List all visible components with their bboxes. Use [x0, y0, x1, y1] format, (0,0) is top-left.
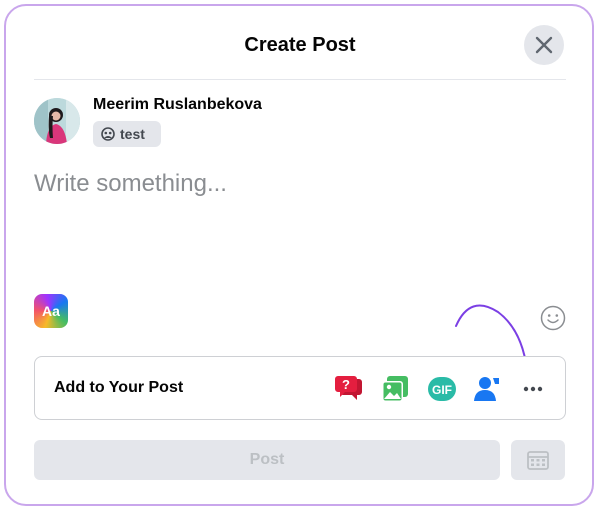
calendar-icon	[527, 451, 549, 470]
post-text-input[interactable]: Write something...	[34, 170, 534, 200]
close-icon	[535, 36, 553, 54]
photo-icon[interactable]	[379, 373, 411, 405]
schedule-button[interactable]	[511, 440, 565, 480]
avatar[interactable]	[34, 98, 80, 144]
audience-label: test	[120, 126, 145, 142]
emoji-icon[interactable]	[540, 305, 566, 331]
add-to-post-label: Add to Your Post	[54, 379, 184, 396]
question-icon[interactable]: ?	[333, 373, 365, 405]
add-to-post-bar: Add to Your Post ? GIF	[34, 356, 566, 420]
user-name[interactable]: Meerim Ruslanbekova	[93, 96, 262, 114]
text-background-button[interactable]: Aa	[34, 294, 68, 328]
dialog-title: Create Post	[244, 34, 356, 56]
gif-text: GIF	[432, 383, 452, 397]
group-icon	[101, 127, 115, 141]
avatar-image	[34, 98, 80, 144]
aa-label: Aa	[42, 303, 60, 319]
gif-icon[interactable]: GIF	[426, 373, 458, 405]
tag-people-icon[interactable]	[471, 373, 503, 405]
svg-text:?: ?	[342, 377, 350, 392]
close-button[interactable]	[524, 25, 564, 65]
more-icon[interactable]	[517, 373, 549, 405]
dialog-header: Create Post	[34, 24, 566, 80]
audience-selector[interactable]: test	[93, 121, 161, 147]
post-button[interactable]: Post	[34, 440, 500, 480]
